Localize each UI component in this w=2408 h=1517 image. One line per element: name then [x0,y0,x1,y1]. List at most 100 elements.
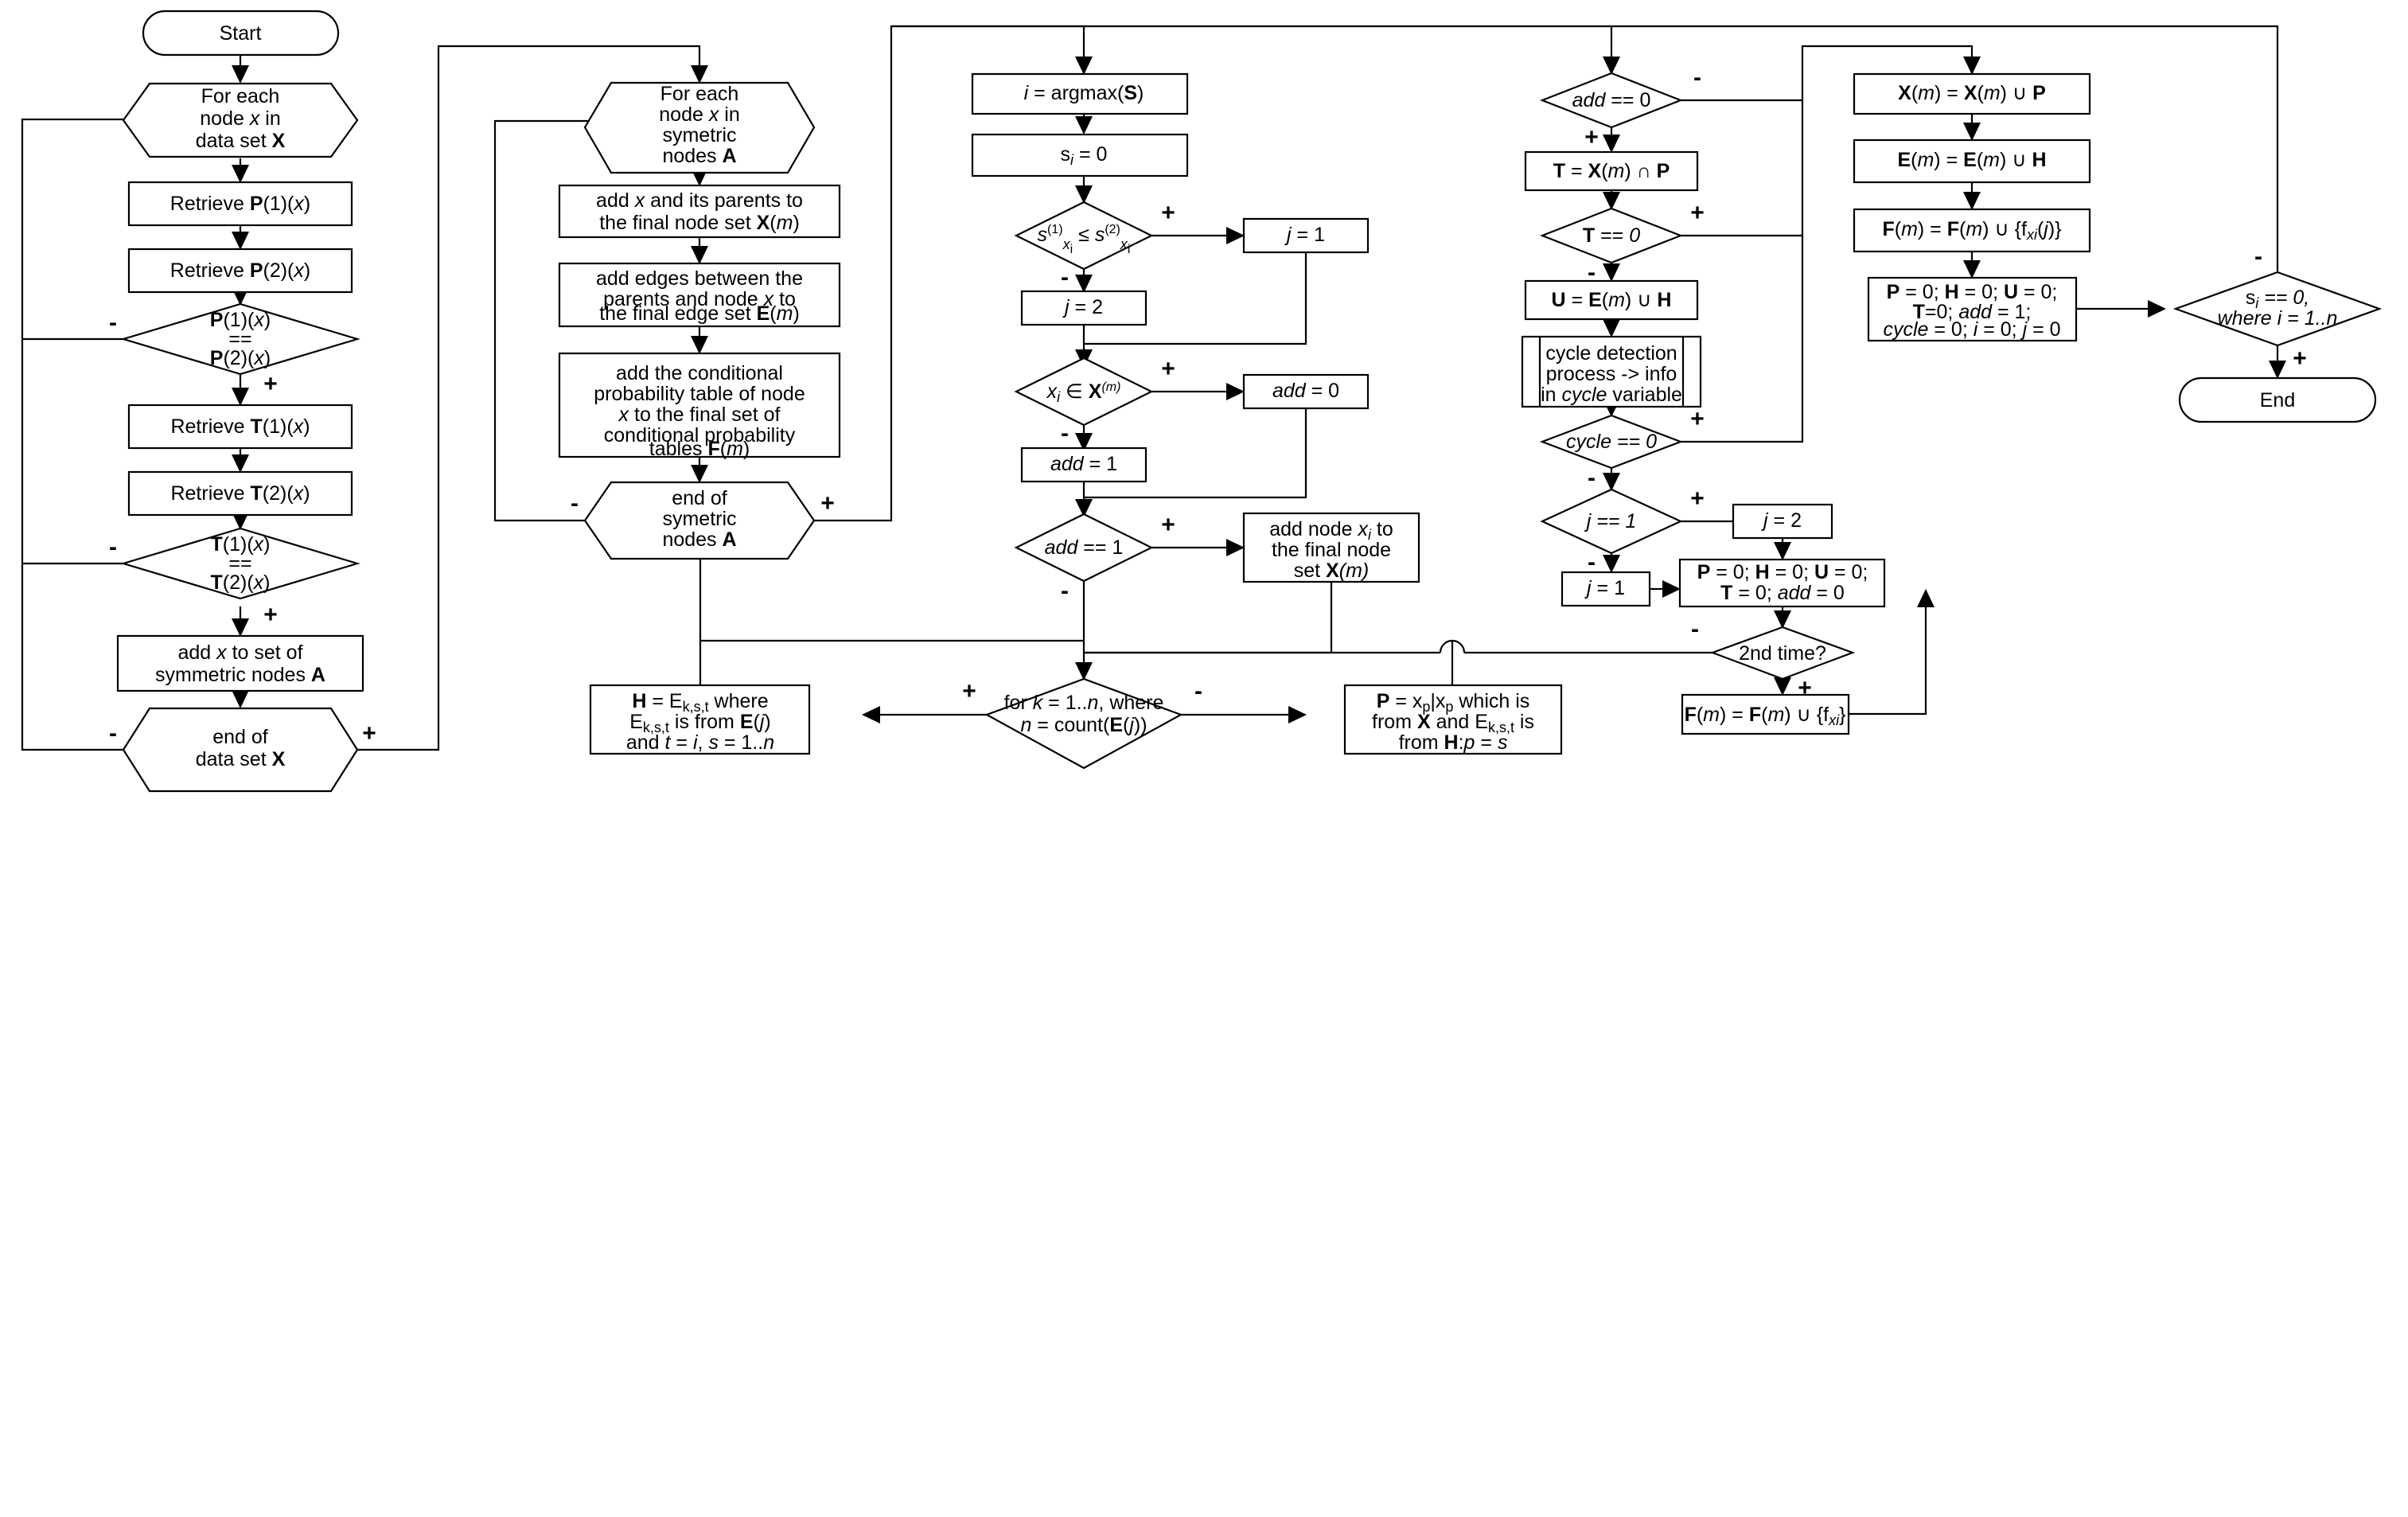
node-retrieve-t1[interactable]: Retrieve T(1)(x) [127,404,353,450]
T-assign-label: T = X(m) ∩ P [1553,160,1670,182]
node-U-assign[interactable]: U = E(m) ∪ H [1524,279,1699,321]
P-line3: from H:p = s [1399,731,1508,754]
sign-fork-minus: - [1194,678,1202,704]
si-eq-0-line2: where i = 1..n [2218,307,2338,330]
edge-addnode-merge [1084,582,1333,654]
node-j-eq-1-b[interactable]: j = 1 [1561,571,1651,607]
node-compare-p[interactable]: P(1)(x) == P(2)(x) [120,302,360,376]
sign-endsym-plus: + [820,490,835,517]
sign-endx-plus: + [362,720,376,747]
node-j-eq-1-test[interactable]: j == 1 [1540,488,1683,555]
sign-addeq0-plus: + [1584,124,1599,150]
node-add-edges-Em[interactable]: add edges between the parents and node x… [558,262,841,328]
node-2nd-time[interactable]: 2nd time? [1709,626,1856,681]
node-end-symmetric-A[interactable]: end of symetric nodes A [583,481,816,560]
node-cycle-detection[interactable]: cycle detection process -> info in cycle… [1521,335,1702,408]
node-si-eq-0[interactable]: si == 0, where i = 1..n [2172,271,2383,347]
sign-cycleeq0-minus: - [1588,465,1596,491]
node-xi-in-Xm[interactable]: xi ∈ X(m) [1014,357,1154,427]
node-i-argmax[interactable]: i = argmax(S) [971,72,1189,115]
node-foreach-x-in-A[interactable]: For each node x in symetric nodes A [583,81,816,174]
foreachA-line1: For each [660,83,739,105]
node-P-assign[interactable]: P = xp|xp which is from X and Ek,s,t is … [1343,684,1563,755]
addparents-line1: add x and its parents to [596,189,803,212]
addnode-line3: set X(m) [1294,560,1369,582]
j-eq-2-a-label: j = 2 [1062,296,1103,318]
node-end-dataset-x[interactable]: end of data set X [122,707,359,793]
node-Fm-union-fxij[interactable]: F(m) = F(m) ∪ {fxi(j)} [1853,208,2091,253]
node-for-k[interactable]: for k = 1..n, where n = count(E(j)) [984,677,1183,770]
node-add-eq-1-test[interactable]: add == 1 [1014,513,1154,583]
U-assign-label: U = E(m) ∪ H [1552,289,1672,311]
sign-xiinXm-minus: - [1061,420,1069,447]
edge-cmpt-minus-loop [21,339,123,565]
sign-addeq1-minus: - [1061,578,1069,604]
cycle-line2: process -> info [1546,363,1677,385]
node-add-eq-0-test[interactable]: add == 0 [1539,72,1684,129]
sign-sieq0-minus: - [2254,244,2262,270]
Xm-union-P-label: X(m) = X(m) ∪ P [1898,82,2046,104]
node-cycle-eq-0[interactable]: cycle == 0 [1539,414,1684,470]
foreachA-line4: nodes A [662,145,736,167]
node-end-label: End [2260,389,2295,411]
j-eq-1-b-label: j = 1 [1584,577,1625,599]
node-si-zero[interactable]: si = 0 [971,133,1189,177]
node-T-eq-0[interactable]: T == 0 [1539,207,1684,264]
node-j-eq-1-a[interactable]: j = 1 [1242,217,1370,254]
node-add-eq-1-set[interactable]: add = 1 [1020,447,1148,483]
node-add-eq-0-set[interactable]: add = 0 [1242,373,1370,410]
node-start[interactable]: Start [142,10,340,57]
argmax-label: i = argmax(S) [1024,82,1144,104]
node-retrieve-t2[interactable]: Retrieve T(2)(x) [127,470,353,517]
node-add-parents-Xm[interactable]: add x and its parents to the final node … [558,184,841,239]
endx-line2: data set X [196,748,286,770]
cmp-p-line3: P(2)(x) [210,347,271,369]
reset-big-line3: cycle = 0; i = 0; j = 0 [1883,318,2060,341]
foreachA-line3: symetric [662,124,736,146]
node-compare-t[interactable]: T(1)(x) == T(2)(x) [120,527,360,600]
endsym-line2: symetric [662,508,736,530]
node-Em-union-H[interactable]: E(m) = E(m) ∪ H [1853,138,2091,184]
node-Xm-union-P[interactable]: X(m) = X(m) ∪ P [1853,72,2091,115]
Fm-union-fxi-label: F(m) = F(m) ∪ {fxi} [1685,704,1846,728]
flowchart-svg: Start For each node x in data set X Retr… [21,10,2383,793]
node-foreach-x-in-X[interactable]: For each node x in data set X [122,82,359,158]
node-compare-s[interactable]: s(1)xi ≤ s(2)xi [1014,201,1154,271]
addcpt-line3: x to the final set of [618,404,781,426]
addnode-line2: the final node [1272,539,1391,561]
endsym-line3: nodes A [662,528,736,551]
node-Fm-union-fxi[interactable]: F(m) = F(m) ∪ {fxi} [1681,693,1850,735]
j-eq-1-test-label: j == 1 [1584,510,1637,532]
node-j-eq-2-a[interactable]: j = 2 [1020,290,1148,326]
node-retrieve-p2[interactable]: Retrieve P(2)(x) [127,248,353,294]
node-H-assign[interactable]: H = Ek,s,t where Ek,s,t is from E(j) and… [589,684,811,755]
node-add-node-xi[interactable]: add node xi to the final node set X(m) [1242,512,1420,583]
foreach-x-line2: node x in [200,107,280,130]
node-reset-small[interactable]: P = 0; H = 0; U = 0; T = 0; add = 0 [1678,558,1886,608]
addcpt-line2: probability table of node [594,383,805,405]
node-j-eq-2-b[interactable]: j = 2 [1732,503,1833,540]
cycle-eq-0-label: cycle == 0 [1566,431,1657,453]
cmp-t-line3: T(2)(x) [211,571,271,594]
addedges-line1: add edges between the [596,267,803,290]
node-reset-big[interactable]: P = 0; H = 0; U = 0; T=0; add = 1; cycle… [1867,276,2078,342]
node-add-x-symmetric[interactable]: add x to set of symmetric nodes A [116,634,364,692]
reset-small-line1: P = 0; H = 0; U = 0; [1697,561,1868,583]
sign-addeq1-plus: + [1161,512,1175,538]
addcpt-line5: tables F(m) [649,438,750,460]
endsym-line1: end of [672,487,727,509]
fork-line1: for k = 1..n, where [1004,692,1164,714]
edge-endx-minus-loop [21,564,123,751]
fork-line2: n = count(E(j)) [1020,714,1147,736]
node-add-cpt-Fm[interactable]: add the conditional probability table of… [558,352,841,460]
node-T-assign[interactable]: T = X(m) ∩ P [1524,150,1699,192]
sign-Teq0-plus: + [1690,200,1705,226]
addparents-line2: the final node set X(m) [599,212,800,234]
cycle-line1: cycle detection [1545,342,1677,365]
sign-cmp-t-plus: + [263,602,278,628]
sign-sieq0-plus: + [2293,345,2307,372]
node-end[interactable]: End [2178,376,2377,423]
sign-cmp-t-minus: - [109,534,117,560]
Em-union-H-label: E(m) = E(m) ∪ H [1897,149,2046,171]
node-retrieve-p1[interactable]: Retrieve P(1)(x) [127,181,353,227]
